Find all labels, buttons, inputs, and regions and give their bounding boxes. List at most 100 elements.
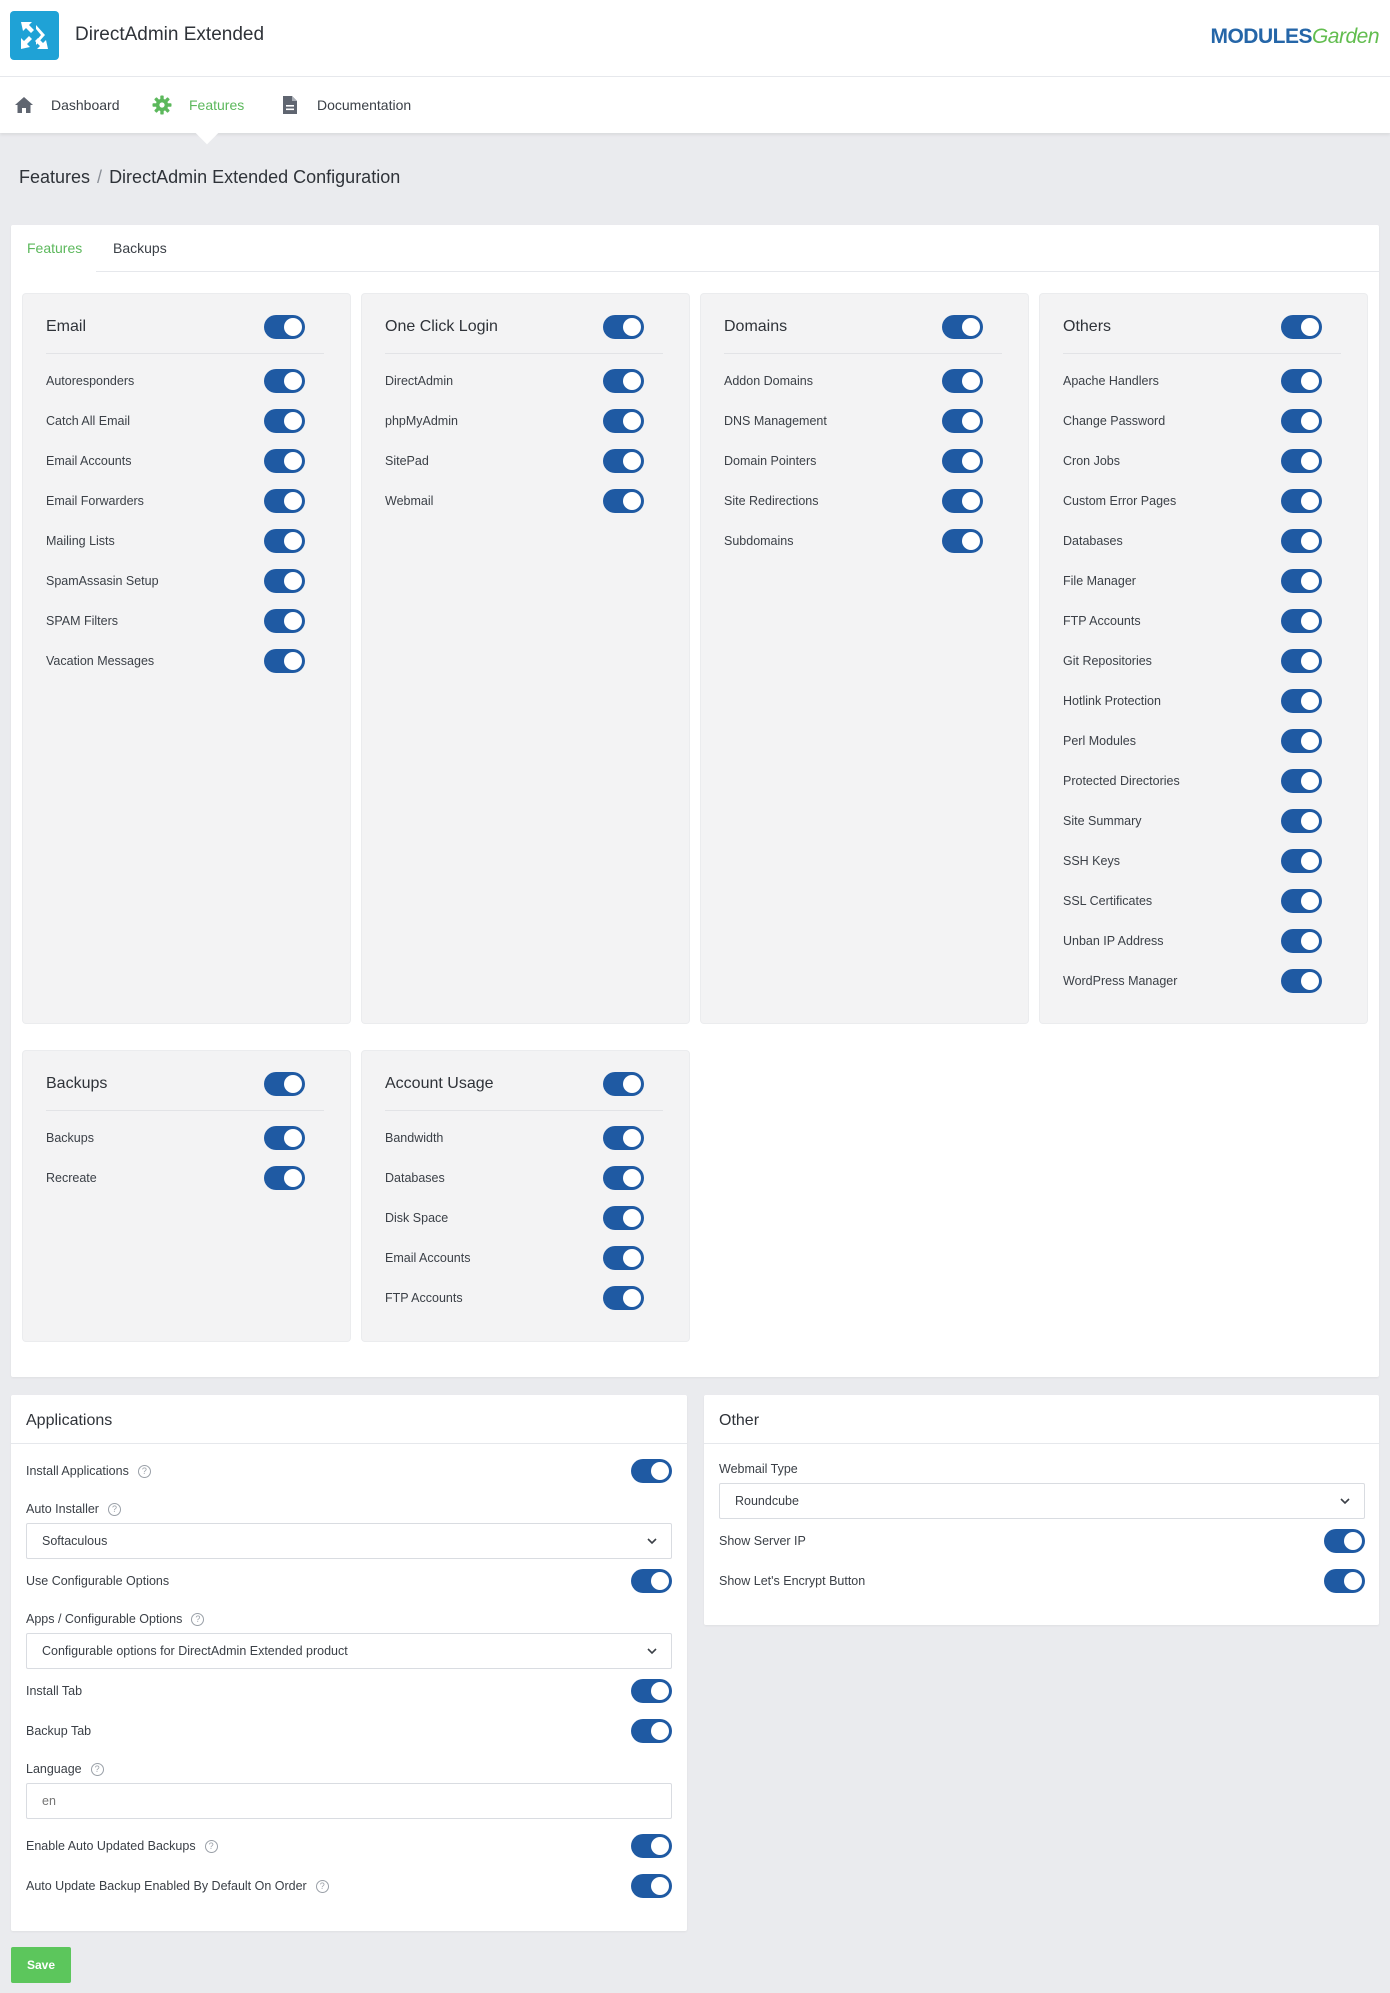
language-input[interactable] <box>26 1783 672 1819</box>
feature-toggle[interactable] <box>603 409 644 433</box>
feature-toggle[interactable] <box>1281 729 1322 753</box>
feature-label: Email Accounts <box>46 454 132 468</box>
nav-item-documentation[interactable]: Documentation <box>279 77 411 133</box>
feature-toggle[interactable] <box>603 369 644 393</box>
breadcrumb-separator: / <box>97 167 103 187</box>
feature-toggle[interactable] <box>603 1286 644 1310</box>
feature-toggle[interactable] <box>603 489 644 513</box>
help-icon[interactable]: ? <box>90 1762 104 1776</box>
feature-toggle[interactable] <box>1281 529 1322 553</box>
feature-toggle[interactable] <box>264 609 305 633</box>
webmail-type-value: Roundcube <box>735 1494 799 1508</box>
install-tab-text: Install Tab <box>26 1684 83 1698</box>
feature-toggle[interactable] <box>264 449 305 473</box>
feature-toggle[interactable] <box>1281 849 1322 873</box>
feature-toggle[interactable] <box>1281 689 1322 713</box>
feature-label: SSL Certificates <box>1063 894 1153 908</box>
feature-toggle[interactable] <box>603 449 644 473</box>
tab-active-indicator <box>11 270 96 272</box>
feature-toggle[interactable] <box>942 489 983 513</box>
feature-toggle[interactable] <box>264 649 305 673</box>
feature-toggle[interactable] <box>1281 409 1322 433</box>
use-configurable-options-toggle[interactable] <box>631 1569 672 1593</box>
feature-label: Databases <box>1063 534 1123 548</box>
nav-item-features[interactable]: Features <box>151 77 244 133</box>
feature-toggle[interactable] <box>1281 969 1322 993</box>
feature-toggle[interactable] <box>942 449 983 473</box>
group-toggle-email[interactable] <box>264 315 305 339</box>
feature-toggle[interactable] <box>603 1206 644 1230</box>
applications-title: Applications <box>26 1412 113 1429</box>
help-icon[interactable]: ? <box>191 1612 205 1626</box>
feature-toggle[interactable] <box>1281 569 1322 593</box>
feature-toggle[interactable] <box>603 1166 644 1190</box>
group-title: Email <box>46 318 87 335</box>
feature-toggle[interactable] <box>942 409 983 433</box>
webmail-type-label: Webmail Type <box>719 1462 798 1476</box>
brand-right: Garden <box>1311 25 1380 48</box>
feature-toggle[interactable] <box>1281 369 1322 393</box>
enable-auto-updated-backups-toggle[interactable] <box>631 1834 672 1858</box>
breadcrumb-parent[interactable]: Features <box>19 167 90 187</box>
feature-label: SPAM Filters <box>46 614 118 628</box>
auto-installer-select[interactable]: Softaculous <box>26 1523 672 1559</box>
feature-toggle[interactable] <box>942 529 983 553</box>
tab-backups[interactable]: Backups <box>113 240 167 256</box>
feature-toggle[interactable] <box>1281 649 1322 673</box>
feature-toggle[interactable] <box>1281 889 1322 913</box>
feature-label: FTP Accounts <box>1063 614 1141 628</box>
feature-toggle[interactable] <box>942 369 983 393</box>
install-tab-toggle[interactable] <box>631 1679 672 1703</box>
feature-toggle[interactable] <box>1281 489 1322 513</box>
feature-label: SitePad <box>385 454 429 468</box>
gear-icon <box>151 94 173 116</box>
help-icon[interactable]: ? <box>315 1879 329 1893</box>
install-applications-label: Install Applications? <box>26 1464 151 1478</box>
feature-toggle[interactable] <box>603 1246 644 1270</box>
group-toggle-domains[interactable] <box>942 315 983 339</box>
install-applications-toggle[interactable] <box>631 1459 672 1483</box>
chevron-down-icon <box>647 1648 657 1655</box>
feature-toggle[interactable] <box>264 489 305 513</box>
help-icon[interactable]: ? <box>204 1839 218 1853</box>
group-toggle-account-usage[interactable] <box>603 1072 644 1096</box>
show-server-ip-text: Show Server IP <box>719 1534 806 1548</box>
chevron-down-icon <box>1340 1498 1350 1505</box>
feature-toggle[interactable] <box>264 369 305 393</box>
enable-auto-updated-backups-text: Enable Auto Updated Backups <box>26 1839 196 1853</box>
feature-label: FTP Accounts <box>385 1291 463 1305</box>
tab-features[interactable]: Features <box>27 240 82 256</box>
feature-toggle[interactable] <box>1281 609 1322 633</box>
nav-item-dashboard[interactable]: Dashboard <box>13 77 120 133</box>
auto-update-backup-default-toggle[interactable] <box>631 1874 672 1898</box>
backup-tab-toggle[interactable] <box>631 1719 672 1743</box>
feature-toggle[interactable] <box>264 529 305 553</box>
show-lets-encrypt-toggle[interactable] <box>1324 1569 1365 1593</box>
feature-toggle[interactable] <box>1281 769 1322 793</box>
group-toggle-others[interactable] <box>1281 315 1322 339</box>
feature-toggle[interactable] <box>1281 809 1322 833</box>
applications-divider <box>11 1443 687 1444</box>
webmail-type-text: Webmail Type <box>719 1462 798 1476</box>
show-server-ip-toggle[interactable] <box>1324 1529 1365 1553</box>
feature-toggle[interactable] <box>264 569 305 593</box>
group-toggle-one-click-login[interactable] <box>603 315 644 339</box>
help-icon[interactable]: ? <box>137 1464 151 1478</box>
feature-toggle[interactable] <box>264 1166 305 1190</box>
feature-toggle[interactable] <box>1281 449 1322 473</box>
feature-toggle[interactable] <box>603 1126 644 1150</box>
feature-toggle[interactable] <box>264 409 305 433</box>
app-title: DirectAdmin Extended <box>75 24 265 45</box>
feature-label: Webmail <box>385 494 434 508</box>
feature-group-one-click-login: One Click Login DirectAdmin phpMyAdmin Site… <box>362 294 689 1023</box>
help-icon[interactable]: ? <box>107 1502 121 1516</box>
webmail-type-select[interactable]: Roundcube <box>719 1483 1365 1519</box>
feature-label: Perl Modules <box>1063 734 1136 748</box>
feature-toggle[interactable] <box>264 1126 305 1150</box>
feature-label: Mailing Lists <box>46 534 115 548</box>
feature-toggle[interactable] <box>1281 929 1322 953</box>
group-toggle-backups[interactable] <box>264 1072 305 1096</box>
apps-configurable-options-select[interactable]: Configurable options for DirectAdmin Ext… <box>26 1633 672 1669</box>
apps-configurable-options-text: Apps / Configurable Options <box>26 1612 183 1626</box>
save-button[interactable]: Save <box>11 1947 71 1983</box>
